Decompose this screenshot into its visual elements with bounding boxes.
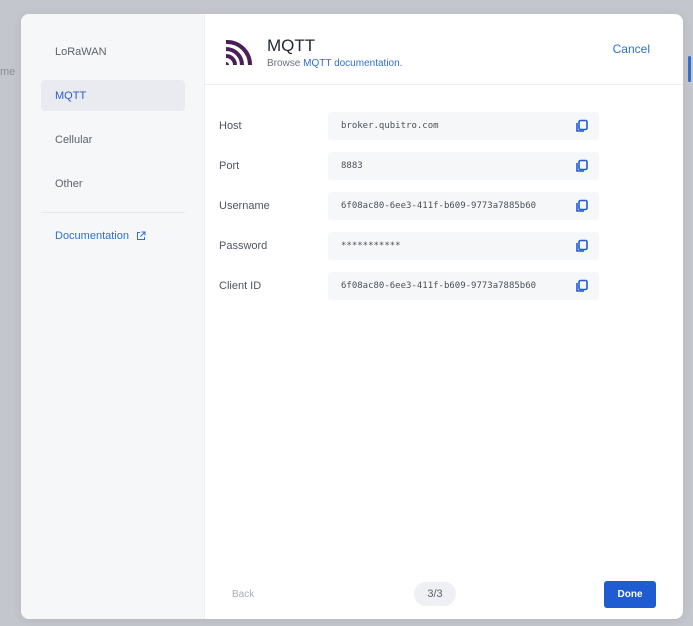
modal-header: MQTT Browse MQTT documentation. Cancel [205, 14, 683, 85]
external-link-icon [137, 231, 146, 240]
host-field[interactable]: broker.qubitro.com [328, 112, 599, 140]
copy-icon[interactable] [575, 239, 589, 253]
page-subtitle: Browse MQTT documentation. [267, 58, 402, 69]
password-field[interactable]: *********** [328, 232, 599, 260]
sidebar-item-label: Cellular [55, 133, 93, 146]
modal-footer: Back 3/3 Done [205, 567, 683, 619]
mqtt-documentation-link[interactable]: MQTT documentation. [303, 58, 402, 69]
sidebar-item-other[interactable]: Other [41, 168, 185, 199]
sidebar-divider [41, 212, 185, 213]
connection-fields: Host broker.qubitro.com Port 8883 Userna… [219, 112, 609, 312]
copy-icon[interactable] [575, 199, 589, 213]
page-title: MQTT [267, 36, 316, 55]
field-value: 6f08ac80-6ee3-411f-b609-9773a7885b60 [341, 201, 537, 211]
back-button[interactable]: Back [232, 589, 254, 600]
field-label: Password [219, 240, 268, 252]
field-row-username: Username 6f08ac80-6ee3-411f-b609-9773a78… [219, 192, 609, 220]
client-id-field[interactable]: 6f08ac80-6ee3-411f-b609-9773a7885b60 [328, 272, 599, 300]
port-field[interactable]: 8883 [328, 152, 599, 180]
field-label: Port [219, 160, 240, 172]
copy-icon[interactable] [575, 159, 589, 173]
documentation-label: Documentation [55, 230, 129, 242]
step-indicator: 3/3 [414, 582, 456, 606]
done-button[interactable]: Done [604, 581, 656, 608]
field-value: broker.qubitro.com [341, 121, 439, 131]
sidebar-item-cellular[interactable]: Cellular [41, 124, 185, 155]
sidebar-item-mqtt[interactable]: MQTT [41, 80, 185, 111]
field-row-client-id: Client ID 6f08ac80-6ee3-411f-b609-9773a7… [219, 272, 609, 300]
sidebar-item-lorawan[interactable]: LoRaWAN [41, 36, 185, 67]
username-field[interactable]: 6f08ac80-6ee3-411f-b609-9773a7885b60 [328, 192, 599, 220]
sidebar-item-label: Other [55, 177, 83, 190]
documentation-link[interactable]: Documentation [55, 230, 204, 242]
field-label: Username [219, 200, 270, 212]
field-row-password: Password *********** [219, 232, 609, 260]
field-value: 6f08ac80-6ee3-411f-b609-9773a7885b60 [341, 281, 537, 291]
copy-icon[interactable] [575, 119, 589, 133]
mqtt-signal-logo-icon [223, 38, 253, 68]
field-row-host: Host broker.qubitro.com [219, 112, 609, 140]
background-scroll-edge [688, 56, 691, 82]
integration-sidebar: LoRaWAN MQTT Cellular Other Documentatio… [21, 14, 205, 619]
field-value: 8883 [341, 161, 363, 171]
mqtt-integration-modal: LoRaWAN MQTT Cellular Other Documentatio… [21, 14, 683, 619]
cancel-button[interactable]: Cancel [613, 42, 650, 56]
subtitle-prefix: Browse [267, 58, 301, 69]
field-label: Host [219, 120, 242, 132]
background-text-fragment: me [0, 66, 16, 78]
field-label: Client ID [219, 280, 262, 292]
field-row-port: Port 8883 [219, 152, 609, 180]
copy-icon[interactable] [575, 279, 589, 293]
sidebar-item-label: MQTT [55, 89, 87, 102]
field-value: *********** [341, 241, 401, 251]
sidebar-item-label: LoRaWAN [55, 45, 107, 58]
mqtt-details-panel: MQTT Browse MQTT documentation. Cancel H… [205, 14, 683, 619]
